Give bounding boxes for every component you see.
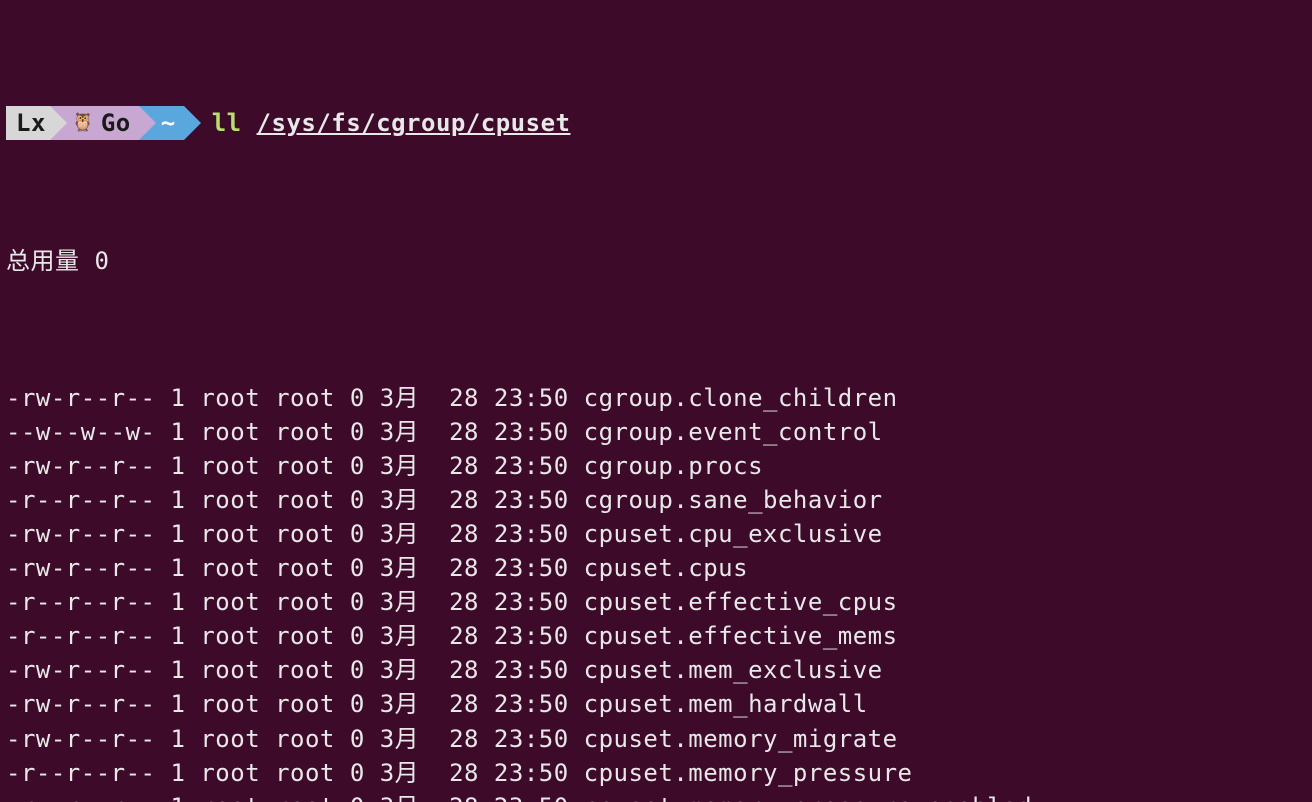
chevron-right-icon: [139, 106, 156, 140]
file-meta: -rw-r--r-- 1 root root 0 3月 28 23:50: [6, 452, 584, 480]
file-meta: -rw-r--r-- 1 root root 0 3月 28 23:50: [6, 520, 584, 548]
total-line: 总用量 0: [6, 244, 1306, 278]
list-item: -r--r--r-- 1 root root 0 3月 28 23:50 cgr…: [6, 483, 1306, 517]
file-name: cpuset.effective_cpus: [584, 588, 898, 616]
list-item: -r--r--r-- 1 root root 0 3月 28 23:50 cpu…: [6, 619, 1306, 653]
list-item: -rw-r--r-- 1 root root 0 3月 28 23:50 cpu…: [6, 722, 1306, 756]
chevron-right-icon: [184, 106, 201, 140]
file-meta: --w--w--w- 1 root root 0 3月 28 23:50: [6, 418, 584, 446]
directory-listing: -rw-r--r-- 1 root root 0 3月 28 23:50 cgr…: [6, 381, 1306, 802]
file-meta: -rw-r--r-- 1 root root 0 3月 28 23:50: [6, 725, 584, 753]
file-meta: -rw-r--r-- 1 root root 0 3月 28 23:50: [6, 793, 584, 802]
list-item: -r--r--r-- 1 root root 0 3月 28 23:50 cpu…: [6, 585, 1306, 619]
file-meta: -rw-r--r-- 1 root root 0 3月 28 23:50: [6, 690, 584, 718]
file-name: cpuset.cpu_exclusive: [584, 520, 883, 548]
list-item: -r--r--r-- 1 root root 0 3月 28 23:50 cpu…: [6, 756, 1306, 790]
file-name: cgroup.procs: [584, 452, 763, 480]
file-name: cgroup.sane_behavior: [584, 486, 883, 514]
prompt-host-label: Lx: [16, 106, 46, 140]
file-meta: -rw-r--r-- 1 root root 0 3月 28 23:50: [6, 384, 584, 412]
prompt-seg-host: Lx: [6, 106, 50, 140]
file-meta: -r--r--r-- 1 root root 0 3月 28 23:50: [6, 759, 584, 787]
file-name: cpuset.mem_hardwall: [584, 690, 868, 718]
prompt-line[interactable]: Lx 🦉 Go ~ ll /sys/fs/cgroup/cpuset: [6, 106, 1306, 140]
file-name: cpuset.effective_mems: [584, 622, 898, 650]
list-item: -rw-r--r-- 1 root root 0 3月 28 23:50 cgr…: [6, 449, 1306, 483]
terminal[interactable]: Lx 🦉 Go ~ ll /sys/fs/cgroup/cpuset 总用量 0…: [0, 0, 1312, 802]
file-name: cpuset.memory_migrate: [584, 725, 898, 753]
list-item: --w--w--w- 1 root root 0 3月 28 23:50 cgr…: [6, 415, 1306, 449]
file-name: cpuset.cpus: [584, 554, 748, 582]
file-name: cgroup.clone_children: [584, 384, 898, 412]
list-item: -rw-r--r-- 1 root root 0 3月 28 23:50 cpu…: [6, 790, 1306, 802]
list-item: -rw-r--r-- 1 root root 0 3月 28 23:50 cpu…: [6, 653, 1306, 687]
file-name: cpuset.memory_pressure: [584, 759, 913, 787]
command-argument: /sys/fs/cgroup/cpuset: [257, 106, 571, 140]
list-item: -rw-r--r-- 1 root root 0 3月 28 23:50 cpu…: [6, 517, 1306, 551]
file-meta: -r--r--r-- 1 root root 0 3月 28 23:50: [6, 622, 584, 650]
owl-icon: 🦉: [72, 110, 95, 136]
list-item: -rw-r--r-- 1 root root 0 3月 28 23:50 cgr…: [6, 381, 1306, 415]
prompt-context-label: Go: [101, 106, 131, 140]
file-name: cgroup.event_control: [584, 418, 883, 446]
prompt-cwd-label: ~: [161, 106, 176, 140]
file-name: cpuset.mem_exclusive: [584, 656, 883, 684]
file-meta: -r--r--r-- 1 root root 0 3月 28 23:50: [6, 486, 584, 514]
file-meta: -r--r--r-- 1 root root 0 3月 28 23:50: [6, 588, 584, 616]
file-meta: -rw-r--r-- 1 root root 0 3月 28 23:50: [6, 554, 584, 582]
list-item: -rw-r--r-- 1 root root 0 3月 28 23:50 cpu…: [6, 551, 1306, 585]
file-meta: -rw-r--r-- 1 root root 0 3月 28 23:50: [6, 656, 584, 684]
file-name: cpuset.memory_pressure_enabled: [584, 793, 1032, 802]
command-input-area[interactable]: ll /sys/fs/cgroup/cpuset: [184, 106, 571, 140]
chevron-right-icon: [50, 106, 67, 140]
list-item: -rw-r--r-- 1 root root 0 3月 28 23:50 cpu…: [6, 687, 1306, 721]
command-name: ll: [212, 106, 242, 140]
